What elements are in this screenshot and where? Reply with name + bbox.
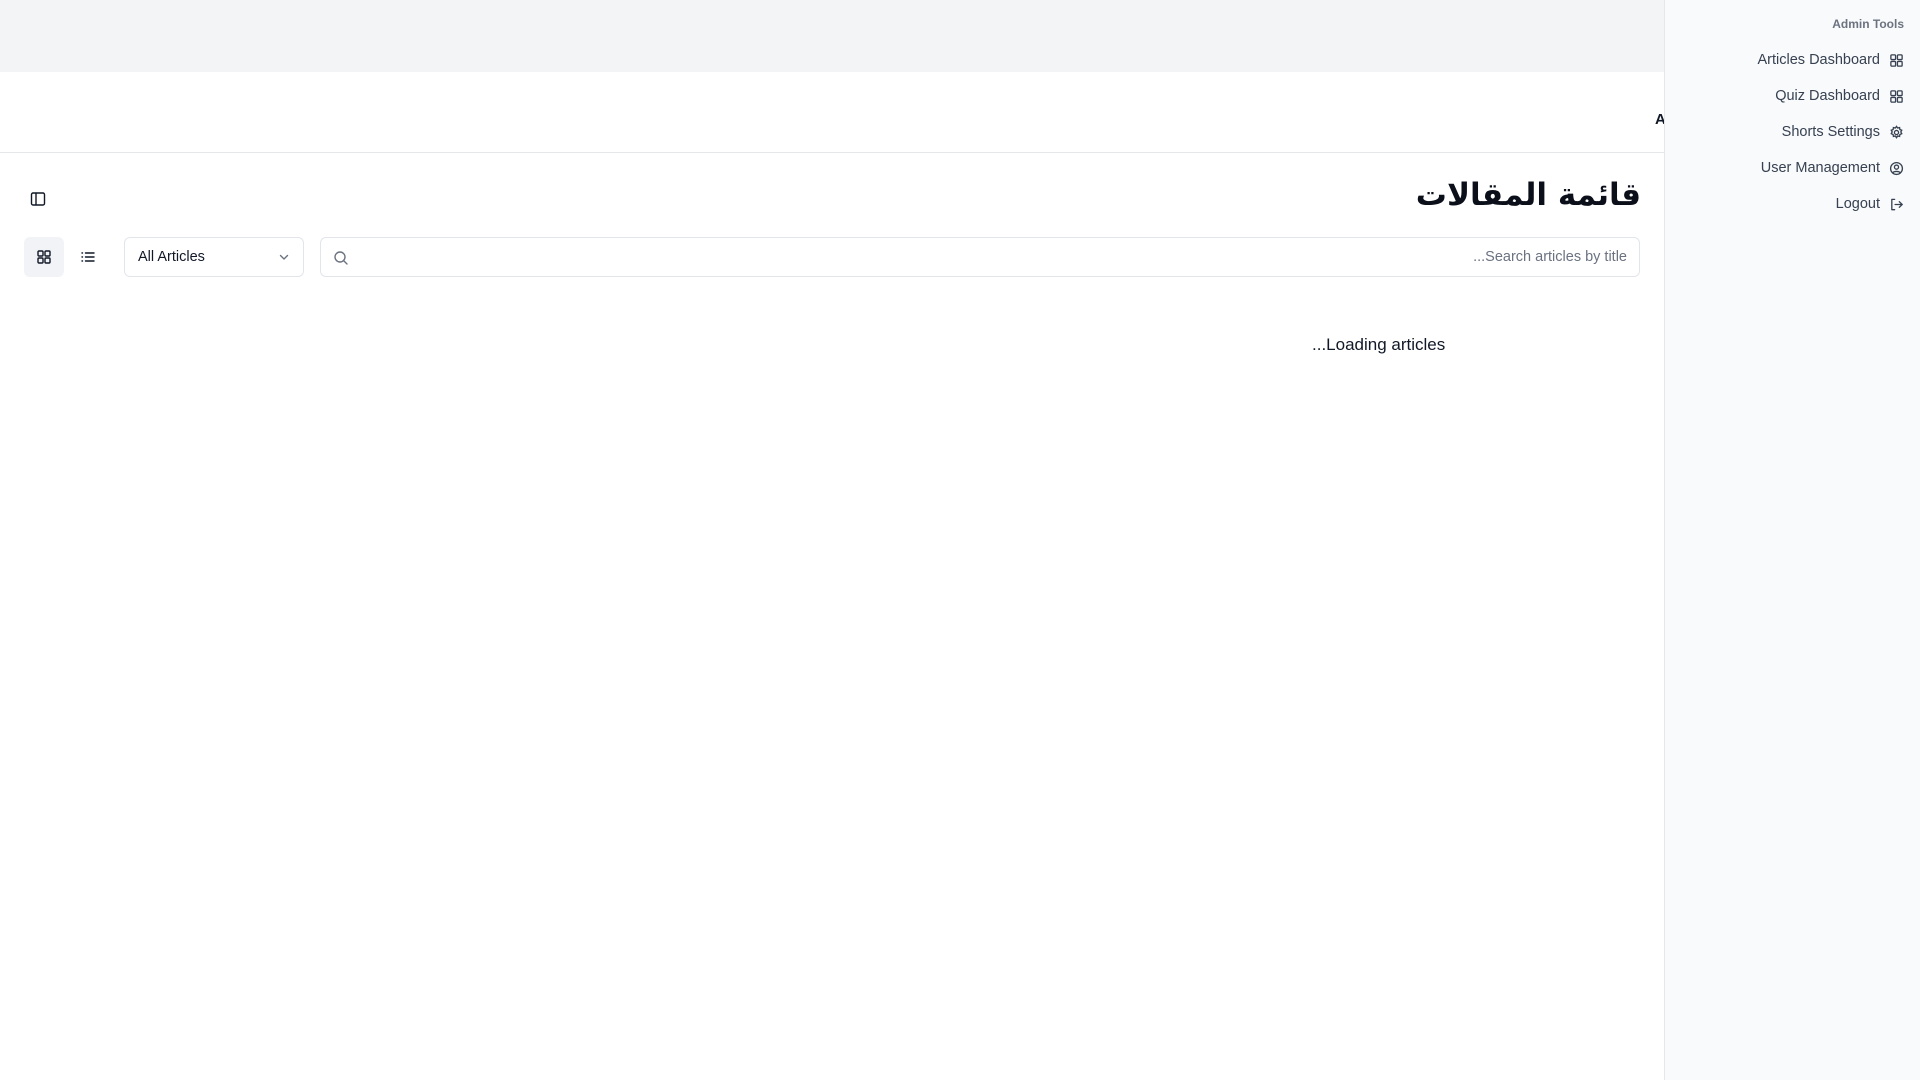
filter-selected-value: All Articles <box>138 249 205 265</box>
search-box <box>320 237 1640 277</box>
menu-item-label: Shorts Settings <box>1781 124 1880 140</box>
search-icon <box>333 250 349 266</box>
loading-indicator: ...Loading articles <box>1312 335 1446 354</box>
menu-item-user-management[interactable]: User Management <box>1758 150 1905 186</box>
menu-item-logout[interactable]: Logout <box>1758 186 1905 222</box>
menu-item-shorts-settings[interactable]: Shorts Settings <box>1758 114 1905 150</box>
admin-tools-heading: Admin Tools <box>1832 17 1904 31</box>
dashboard-icon <box>1890 53 1903 67</box>
admin-tools-menu: Articles Dashboard Quiz Dashboard Shorts… <box>1758 42 1905 222</box>
page-title: قائمة المقالات <box>1415 177 1641 213</box>
chevron-down-icon <box>279 254 289 260</box>
menu-item-label: Logout <box>1835 196 1880 212</box>
view-toggle <box>24 237 108 277</box>
top-band <box>0 0 1665 72</box>
grid-icon <box>37 250 51 264</box>
menu-item-label: User Management <box>1760 160 1880 176</box>
dashboard-icon <box>1890 89 1903 103</box>
menu-item-quiz-dashboard[interactable]: Quiz Dashboard <box>1758 78 1905 114</box>
header-bar <box>0 72 1665 153</box>
list-view-button[interactable] <box>68 237 108 277</box>
grid-view-button[interactable] <box>24 237 64 277</box>
admin-tools-panel: Admin Tools Articles Dashboard Quiz Dash… <box>1664 0 1920 1080</box>
main-content: قائمة المقالات All Articles ...Search ar… <box>0 153 1665 1080</box>
sidebar-toggle-button[interactable] <box>26 187 50 211</box>
search-input[interactable] <box>321 238 1639 276</box>
gear-icon <box>1890 124 1903 139</box>
menu-item-label: Articles Dashboard <box>1757 52 1881 68</box>
list-icon <box>81 252 95 262</box>
logout-icon <box>1891 198 1903 210</box>
sidebar-icon <box>30 192 46 206</box>
article-filter-select[interactable]: All Articles <box>124 237 304 277</box>
menu-item-label: Quiz Dashboard <box>1775 88 1880 104</box>
menu-item-articles-dashboard[interactable]: Articles Dashboard <box>1758 42 1905 78</box>
user-circle-icon <box>1889 161 1904 175</box>
